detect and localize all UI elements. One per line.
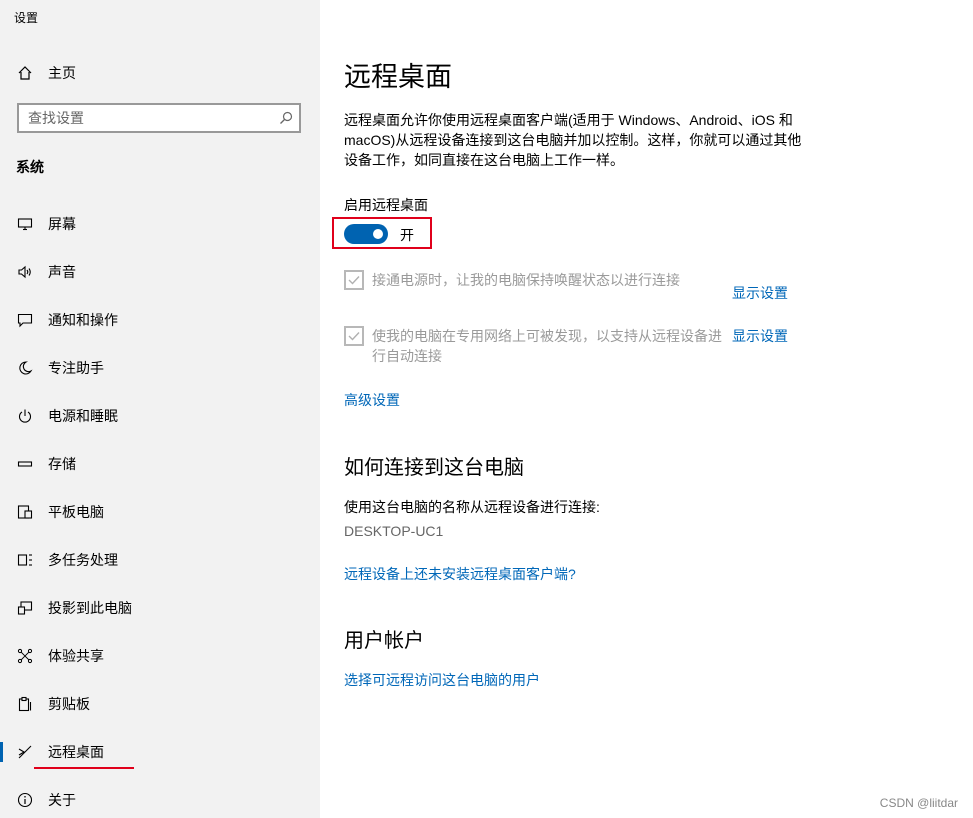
keep-awake-settings-link[interactable]: 显示设置 <box>732 283 788 303</box>
page-description: 远程桌面允许你使用远程桌面客户端(适用于 Windows、Android、iOS… <box>344 112 802 168</box>
sidebar: 设置 主页 系统 屏幕 声音 通知和操作 专注助手 <box>0 0 320 818</box>
sidebar-item-label: 剪贴板 <box>48 696 90 712</box>
moon-icon <box>16 359 34 377</box>
highlight-underline <box>34 767 134 769</box>
remote-icon <box>16 743 34 761</box>
projection-icon <box>16 599 34 617</box>
sidebar-item-label: 关于 <box>48 792 76 808</box>
sidebar-item-shared-experiences[interactable]: 体验共享 <box>0 638 320 674</box>
speaker-icon <box>16 263 34 281</box>
sidebar-item-label: 体验共享 <box>48 648 104 664</box>
sidebar-item-label: 平板电脑 <box>48 504 104 520</box>
user-accounts-heading: 用户帐户 <box>344 630 424 652</box>
sidebar-item-sound[interactable]: 声音 <box>0 254 320 290</box>
sidebar-item-label: 屏幕 <box>48 216 76 232</box>
advanced-settings-link[interactable]: 高级设置 <box>344 390 400 410</box>
sidebar-item-label: 投影到此电脑 <box>48 600 132 616</box>
checkmark-icon <box>348 332 360 341</box>
info-icon <box>16 791 34 809</box>
discoverable-checkbox[interactable] <box>344 326 364 346</box>
search-input[interactable] <box>19 105 268 131</box>
sidebar-item-label: 主页 <box>48 65 76 81</box>
sidebar-item-focus-assist[interactable]: 专注助手 <box>0 350 320 386</box>
app-title: 设置 <box>14 11 39 25</box>
tablet-icon <box>16 503 34 521</box>
multitask-icon <box>16 551 34 569</box>
sidebar-item-clipboard[interactable]: 剪贴板 <box>0 686 320 722</box>
toggle-label: 启用远程桌面 <box>344 197 428 213</box>
sidebar-item-label: 电源和睡眠 <box>48 408 118 424</box>
sidebar-item-label: 存储 <box>48 456 76 472</box>
remote-desktop-toggle[interactable] <box>344 224 388 244</box>
watermark: CSDN @liitdar <box>879 796 958 810</box>
sidebar-item-label: 多任务处理 <box>48 552 118 568</box>
sidebar-item-projecting[interactable]: 投影到此电脑 <box>0 590 320 626</box>
search-box[interactable] <box>17 103 301 133</box>
home-icon <box>16 64 34 82</box>
sidebar-item-label: 专注助手 <box>48 360 104 376</box>
sidebar-item-multitasking[interactable]: 多任务处理 <box>0 542 320 578</box>
sidebar-item-power[interactable]: 电源和睡眠 <box>0 398 320 434</box>
main-content: 远程桌面 远程桌面允许你使用远程桌面客户端(适用于 Windows、Androi… <box>320 0 973 818</box>
connect-instructions: 使用这台电脑的名称从远程设备进行连接: <box>344 499 600 515</box>
sidebar-item-display[interactable]: 屏幕 <box>0 206 320 242</box>
select-users-link[interactable]: 选择可远程访问这台电脑的用户 <box>344 670 540 690</box>
sidebar-item-label: 通知和操作 <box>48 312 118 328</box>
sidebar-item-remote-desktop[interactable]: 远程桌面 <box>0 734 320 770</box>
keep-awake-checkbox[interactable] <box>344 270 364 290</box>
toggle-state-label: 开 <box>400 227 414 243</box>
connect-heading: 如何连接到这台电脑 <box>344 457 524 479</box>
drive-icon <box>16 455 34 473</box>
keep-awake-label: 接通电源时，让我的电脑保持唤醒状态以进行连接 <box>372 272 680 288</box>
discoverable-settings-link[interactable]: 显示设置 <box>732 326 788 346</box>
power-icon <box>16 407 34 425</box>
pc-name: DESKTOP-UC1 <box>344 523 444 539</box>
sidebar-item-tablet[interactable]: 平板电脑 <box>0 494 320 530</box>
toggle-knob <box>373 229 383 239</box>
message-icon <box>16 311 34 329</box>
checkmark-icon <box>348 276 360 285</box>
page-title: 远程桌面 <box>344 62 452 92</box>
share-icon <box>16 647 34 665</box>
sidebar-item-notifications[interactable]: 通知和操作 <box>0 302 320 338</box>
clipboard-icon <box>16 695 34 713</box>
search-icon[interactable] <box>279 111 293 125</box>
section-label: 系统 <box>16 159 44 175</box>
discoverable-label: 使我的电脑在专用网络上可被发现，以支持从远程设备进行自动连接 <box>372 328 722 364</box>
sidebar-item-storage[interactable]: 存储 <box>0 446 320 482</box>
sidebar-item-label: 远程桌面 <box>48 744 104 760</box>
sidebar-item-about[interactable]: 关于 <box>0 782 320 818</box>
sidebar-item-label: 声音 <box>48 264 76 280</box>
client-not-installed-link[interactable]: 远程设备上还未安装远程桌面客户端? <box>344 564 576 584</box>
monitor-icon <box>16 215 34 233</box>
sidebar-item-home[interactable]: 主页 <box>0 55 320 91</box>
